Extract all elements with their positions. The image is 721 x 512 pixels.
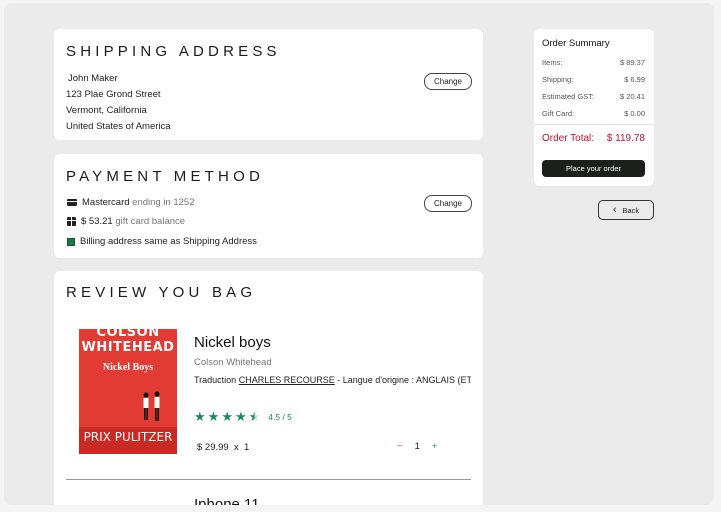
star-icon: ★ (234, 409, 247, 424)
item-title[interactable]: Nickel boys (194, 334, 271, 351)
summary-label: Shipping: (542, 75, 574, 84)
review-bag-card: REVIEW YOU BAG COLSON WHITEHEAD Nickel B… (54, 271, 483, 505)
cover-title: Nickel Boys (102, 362, 154, 373)
summary-value: $ 6.99 (624, 75, 645, 84)
summary-label: Gift Card: (542, 109, 575, 118)
summary-row-items: Items: $ 89.37 (542, 58, 645, 67)
summary-row-gst: Estimated GST: $ 20.41 (542, 92, 645, 101)
change-payment-button[interactable]: Change (424, 195, 472, 212)
checkbox-checked-icon[interactable] (67, 237, 75, 246)
summary-row-gift-card: Gift Card: $ 0.00 (542, 109, 645, 118)
card-brand: Mastercard (82, 197, 130, 208)
order-total-value: $ 119.78 (606, 133, 645, 144)
payment-heading: PAYMENT METHOD (66, 168, 264, 185)
summary-label: Items: (542, 58, 563, 67)
shipping-street: 123 Plae Grond Street (66, 89, 161, 100)
shipping-address-card: SHIPPING ADDRESS John Maker 123 Plae Gro… (54, 29, 483, 140)
summary-row-shipping: Shipping: $ 6.99 (542, 75, 645, 84)
quantity-value: 1 (414, 441, 420, 452)
item-translation: Traduction CHARLES RECOURSE - Langue d'o… (194, 375, 471, 385)
card-suffix: ending in 1252 (132, 197, 195, 208)
item-author: Colson Whitehead (194, 357, 272, 368)
half-star-icon: ★ (248, 409, 261, 424)
rating-stars: ★ ★ ★ ★ ★ 4.5 / 5 (194, 410, 292, 423)
place-order-button[interactable]: Place your order (542, 160, 645, 177)
item-price-line: $ 29.99 x 1 (197, 442, 249, 453)
cover-figures (143, 391, 160, 421)
item-price: $ 29.99 (197, 442, 229, 453)
order-total-row: Order Total: $ 119.78 (542, 133, 645, 144)
item-times: x (233, 442, 239, 453)
item-divider (66, 479, 471, 480)
shipping-country: United States of America (66, 121, 171, 132)
quantity-stepper: − 1 + (397, 441, 437, 452)
decrease-quantity-button[interactable]: − (397, 441, 403, 452)
billing-row[interactable]: Billing address same as Shipping Address (67, 236, 257, 247)
shipping-heading: SHIPPING ADDRESS (66, 43, 281, 60)
gift-suffix: gift card balance (115, 216, 186, 227)
chevron-left-icon: ‹ (612, 203, 617, 216)
order-total-label: Order Total: (542, 133, 595, 144)
payment-method-card: PAYMENT METHOD Mastercard ending in 1252… (54, 154, 483, 258)
summary-value: $ 89.37 (619, 58, 645, 67)
back-label: Back (622, 205, 640, 215)
translator-link[interactable]: CHARLES RECOURSE (239, 375, 335, 385)
billing-text: Billing address same as Shipping Address (80, 236, 257, 247)
rating-text: 4.5 / 5 (268, 411, 292, 422)
summary-divider (534, 124, 654, 125)
review-heading: REVIEW YOU BAG (66, 284, 257, 301)
card-row: Mastercard ending in 1252 (67, 197, 195, 208)
summary-label: Estimated GST: (542, 92, 595, 101)
gift-icon (67, 217, 76, 226)
increase-quantity-button[interactable]: + (432, 441, 438, 452)
order-summary-card: Order Summary Items: $ 89.37 Shipping: $… (534, 29, 654, 186)
change-shipping-button[interactable]: Change (424, 73, 472, 90)
shipping-city: Vermont, California (66, 105, 147, 116)
back-button[interactable]: ‹ Back (598, 200, 654, 220)
cover-prize: PRIX PULITZER (79, 427, 177, 454)
star-icon: ★ (194, 409, 206, 424)
summary-title: Order Summary (542, 38, 610, 49)
gift-row: $ 53.21 gift card balance (67, 216, 185, 227)
book-cover-image[interactable]: COLSON WHITEHEAD Nickel Boys PRIX PULITZ… (79, 329, 177, 454)
gift-amount: $ 53.21 (81, 216, 113, 227)
star-icon: ★ (207, 409, 220, 424)
credit-card-icon (67, 199, 77, 206)
cover-author: COLSON WHITEHEAD (81, 329, 175, 355)
page-frame: SHIPPING ADDRESS John Maker 123 Plae Gro… (4, 3, 714, 505)
shipping-name: John Maker (68, 73, 118, 84)
star-icon: ★ (221, 409, 233, 424)
summary-value: $ 20.41 (619, 92, 645, 101)
trad-suffix: - Langue d'origine : ANGLAIS (ETATS-UNIS… (337, 375, 471, 385)
summary-value: $ 0.00 (624, 109, 645, 118)
item-title[interactable]: Iphone 11 (194, 496, 260, 505)
trad-prefix: Traduction (194, 375, 237, 385)
item-qty-inline: 1 (244, 442, 250, 453)
